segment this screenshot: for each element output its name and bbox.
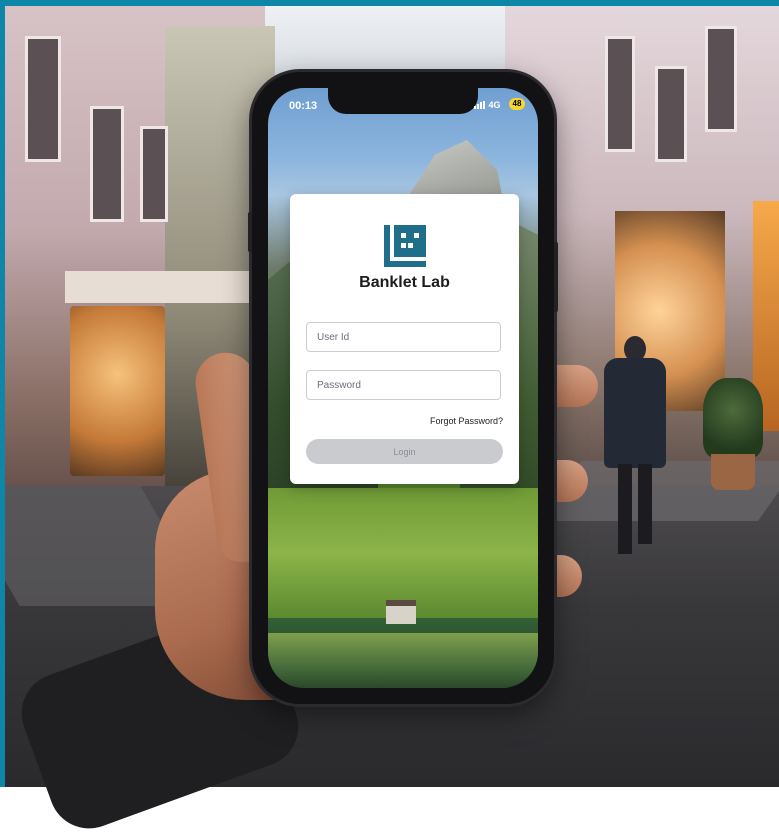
login-button[interactable]: Login (306, 439, 503, 464)
forgot-password-link[interactable]: Forgot Password? (430, 416, 503, 426)
shop-window-left (70, 306, 165, 476)
pedestrian (600, 336, 670, 556)
potted-plant (703, 378, 763, 458)
battery-icon: 48 (509, 98, 525, 110)
status-time: 00:13 (289, 100, 318, 112)
banklet-logo-icon (381, 222, 429, 270)
status-bar: 00:13 4G 48 (268, 88, 538, 118)
smartphone: 00:13 4G 48 Banklet Lab User Id Forgot P… (248, 72, 558, 704)
login-card: Banklet Lab Forgot Password? Login (290, 194, 519, 484)
password-input[interactable] (306, 370, 501, 400)
phone-screen: 00:13 4G 48 Banklet Lab User Id Forgot P… (268, 88, 538, 688)
image-frame: 00:13 4G 48 Banklet Lab User Id Forgot P… (0, 0, 779, 840)
signal-icon: 4G (474, 100, 501, 110)
brand-name: Banklet Lab (359, 274, 450, 291)
user-id-input[interactable] (306, 322, 501, 352)
meadow (268, 488, 538, 618)
lake (268, 633, 538, 688)
farmhouse (386, 600, 416, 624)
network-type: 4G (488, 100, 501, 110)
